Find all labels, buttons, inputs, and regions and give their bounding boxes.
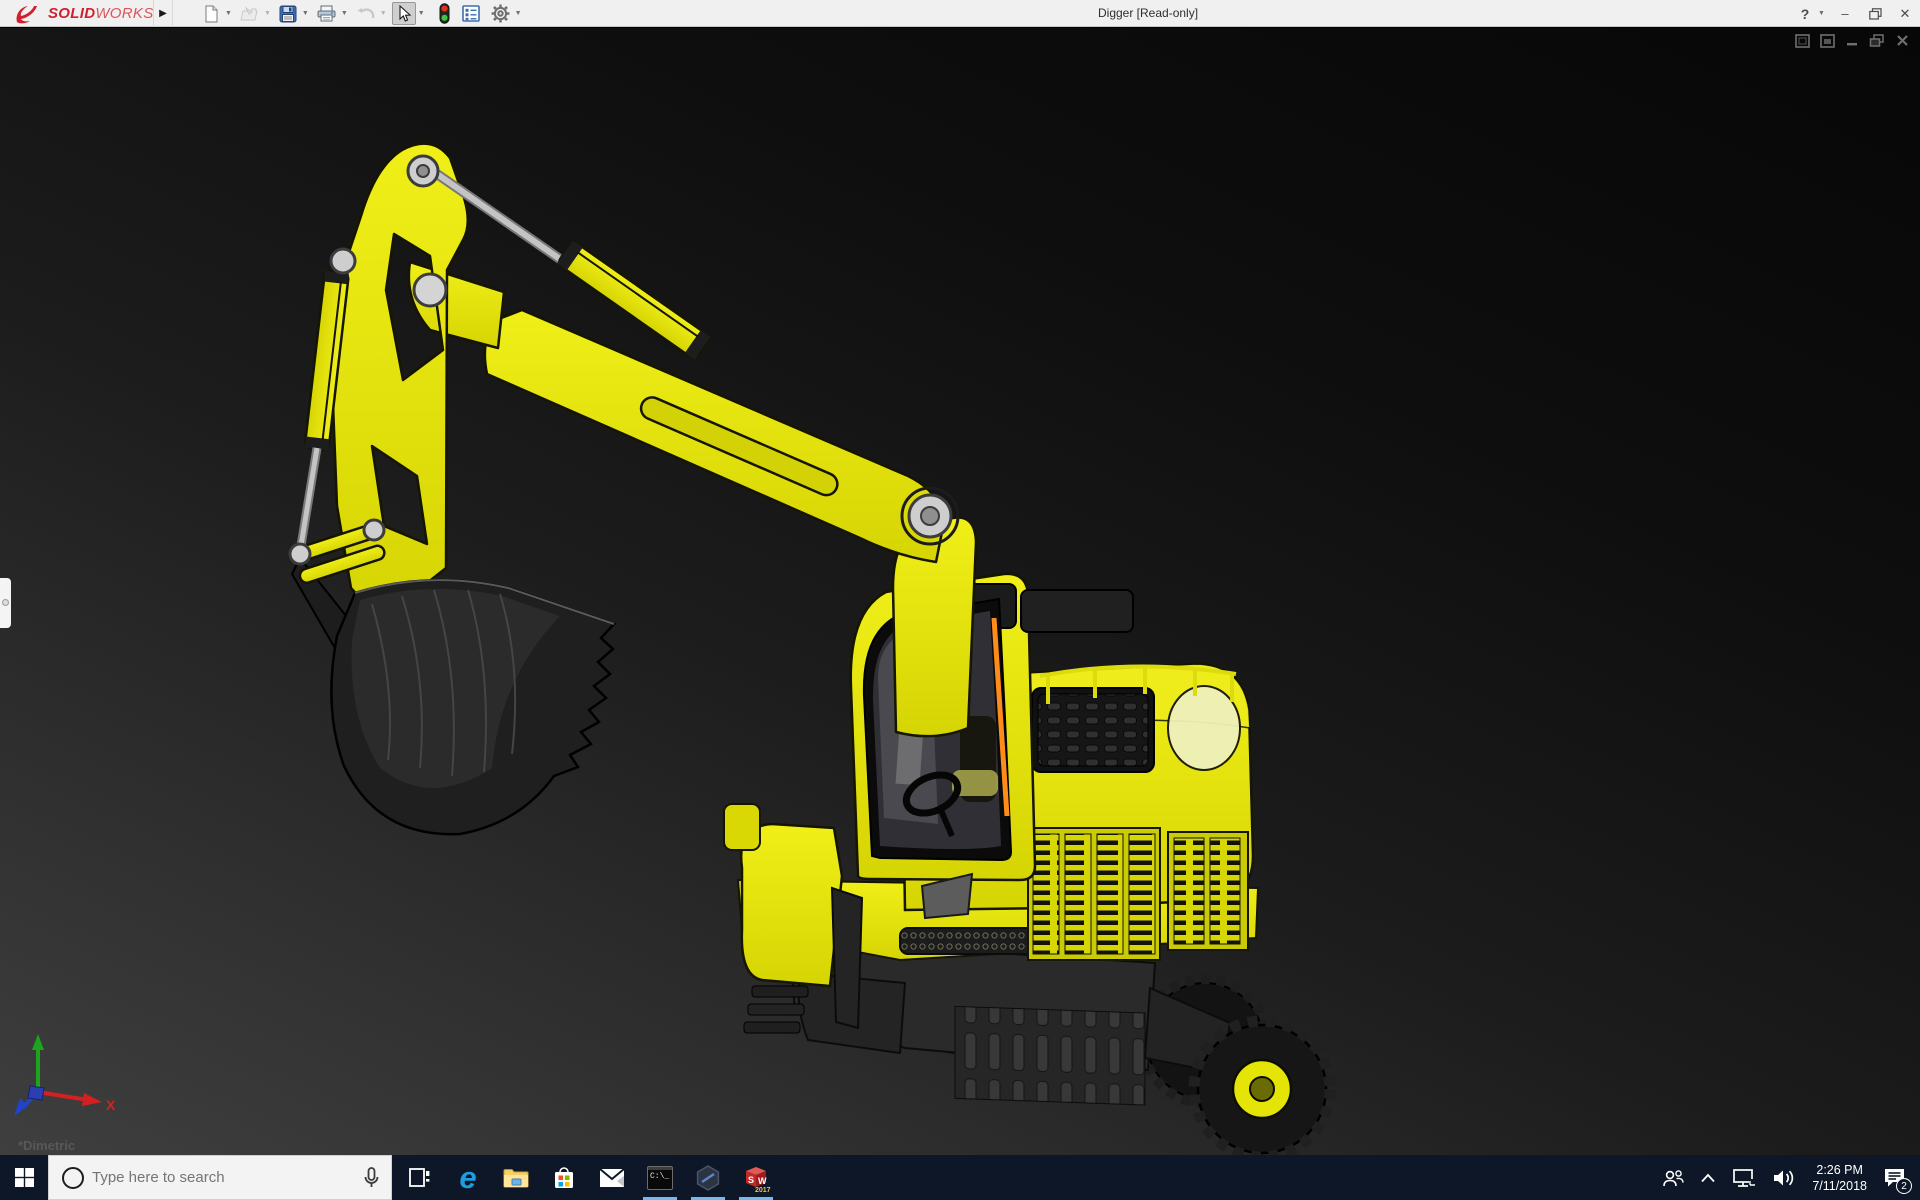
store-icon bbox=[555, 1166, 573, 1188]
print-icon bbox=[317, 5, 336, 22]
task-view-icon bbox=[409, 1168, 430, 1187]
help-button[interactable]: ? bbox=[1796, 0, 1814, 27]
solidworks-logo: SOLIDWORKS bbox=[14, 0, 154, 27]
title-bar: SOLIDWORKS ▶ ▼ ▼ ▼ ▼ ▼ ▼ ▼ Digger [Read-… bbox=[0, 0, 1920, 27]
new-caret[interactable]: ▼ bbox=[225, 10, 232, 17]
command-prompt-icon: C:\_ bbox=[647, 1165, 673, 1190]
windows-taskbar: e bbox=[0, 1155, 1920, 1200]
chevron-up-icon bbox=[1701, 1173, 1715, 1182]
save-floppy-icon bbox=[279, 5, 297, 22]
network-icon bbox=[1733, 1168, 1757, 1187]
people-button[interactable] bbox=[1654, 1155, 1692, 1200]
save-caret[interactable]: ▼ bbox=[302, 10, 309, 17]
evaluate-list-button[interactable] bbox=[459, 2, 483, 25]
triad-x-label: X bbox=[106, 1097, 116, 1113]
store-button[interactable] bbox=[540, 1155, 588, 1200]
new-document-icon bbox=[205, 5, 218, 22]
select-tool-button[interactable] bbox=[391, 2, 416, 25]
speaker-icon bbox=[1774, 1170, 1794, 1185]
file-explorer-icon bbox=[503, 1169, 529, 1188]
graphics-viewport[interactable]: X *Dimetric bbox=[0, 28, 1920, 1155]
solidworks-2017-button[interactable]: S W 2017 bbox=[732, 1155, 780, 1200]
tray-date: 7/11/2018 bbox=[1812, 1178, 1867, 1193]
mail-button[interactable] bbox=[588, 1155, 636, 1200]
search-input[interactable] bbox=[84, 1169, 364, 1186]
restore-icon bbox=[1868, 7, 1882, 20]
print-caret[interactable]: ▼ bbox=[341, 10, 348, 17]
file-explorer-button[interactable] bbox=[492, 1155, 540, 1200]
command-prompt-button[interactable]: C:\_ bbox=[636, 1155, 684, 1200]
open-folder-icon bbox=[240, 6, 258, 20]
svg-text:S: S bbox=[748, 1175, 754, 1185]
edge-icon: e bbox=[459, 1160, 477, 1195]
system-tray: 2:26 PM 7/11/2018 2 bbox=[1654, 1155, 1920, 1200]
excavator-model[interactable] bbox=[0, 28, 1920, 1155]
save-button[interactable] bbox=[276, 2, 300, 25]
hexagon-app-button[interactable] bbox=[684, 1155, 732, 1200]
orientation-triad[interactable]: X bbox=[10, 1030, 120, 1120]
bucket bbox=[330, 578, 617, 836]
window-title: Digger [Read-only] bbox=[1098, 6, 1199, 20]
network-button[interactable] bbox=[1724, 1155, 1764, 1200]
cortana-icon bbox=[62, 1166, 84, 1189]
hidden-icons-button[interactable] bbox=[1692, 1155, 1724, 1200]
taskbar-search[interactable] bbox=[48, 1155, 392, 1200]
hexagon-app-icon bbox=[696, 1164, 720, 1191]
options-caret[interactable]: ▼ bbox=[515, 10, 522, 17]
tray-clock[interactable]: 2:26 PM 7/11/2018 bbox=[1804, 1162, 1875, 1194]
tray-time: 2:26 PM bbox=[1816, 1162, 1863, 1177]
evaluate-list-icon bbox=[461, 5, 480, 22]
options-button[interactable] bbox=[488, 2, 513, 25]
undo-button[interactable] bbox=[353, 2, 378, 25]
traffic-light-icon bbox=[439, 3, 450, 24]
windows-logo-icon bbox=[14, 1168, 34, 1187]
brand-wordmark: SOLIDWORKS bbox=[48, 5, 154, 22]
undo-caret[interactable]: ▼ bbox=[380, 10, 387, 17]
gear-icon bbox=[491, 4, 510, 23]
close-button[interactable]: ✕ bbox=[1892, 0, 1918, 27]
restore-button[interactable] bbox=[1862, 0, 1888, 27]
view-orientation-label: *Dimetric bbox=[18, 1138, 76, 1153]
undo-arrow-icon bbox=[357, 8, 375, 19]
open-button[interactable] bbox=[237, 2, 262, 25]
edge-button[interactable]: e bbox=[444, 1155, 492, 1200]
menu-expand-arrow[interactable]: ▶ bbox=[153, 0, 173, 27]
select-caret[interactable]: ▼ bbox=[418, 10, 425, 17]
task-view-button[interactable] bbox=[396, 1155, 444, 1200]
ds-swoosh-icon bbox=[16, 5, 37, 23]
solidworks-2017-icon: S W 2017 bbox=[746, 1166, 771, 1193]
print-button[interactable] bbox=[314, 2, 339, 25]
notification-badge: 2 bbox=[1896, 1178, 1912, 1194]
help-caret[interactable]: ▼ bbox=[1818, 10, 1828, 17]
select-cursor-icon bbox=[399, 4, 412, 22]
taskbar-apps: e C:\_ S W 2017 bbox=[396, 1155, 780, 1200]
new-document-button[interactable] bbox=[200, 2, 223, 25]
mail-icon bbox=[599, 1167, 625, 1187]
svg-text:2017: 2017 bbox=[755, 1187, 771, 1193]
open-caret[interactable]: ▼ bbox=[264, 10, 271, 17]
volume-button[interactable] bbox=[1764, 1155, 1804, 1200]
action-center-button[interactable]: 2 bbox=[1875, 1155, 1920, 1200]
start-button[interactable] bbox=[0, 1155, 48, 1200]
svg-text:W: W bbox=[758, 1176, 767, 1186]
people-icon bbox=[1663, 1169, 1685, 1186]
window-controls: ? ▼ – ✕ bbox=[1796, 0, 1918, 27]
quick-toolbar: ▼ ▼ ▼ ▼ ▼ ▼ ▼ bbox=[200, 0, 527, 27]
minimize-button[interactable]: – bbox=[1832, 0, 1858, 27]
microphone-icon[interactable] bbox=[364, 1166, 379, 1189]
performance-status-button[interactable] bbox=[436, 2, 453, 25]
